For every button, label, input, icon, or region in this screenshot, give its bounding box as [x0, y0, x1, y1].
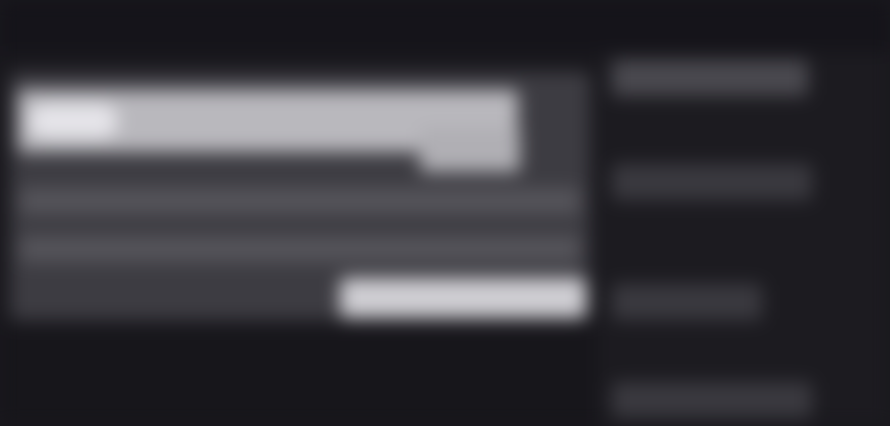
bottom-area	[0, 330, 598, 426]
sidebar-item-3[interactable]	[612, 284, 762, 320]
panel-row-2	[20, 236, 580, 262]
sidebar-item-4[interactable]	[612, 382, 812, 418]
main-panel	[10, 72, 590, 320]
action-button[interactable]	[340, 278, 586, 318]
sidebar-item-2[interactable]	[612, 164, 812, 200]
banner-extension	[420, 128, 520, 172]
sidebar-item-1[interactable]	[612, 60, 808, 96]
banner-highlight	[28, 104, 118, 138]
app-window	[0, 0, 890, 426]
top-bar	[0, 0, 890, 52]
sidebar	[598, 52, 890, 426]
panel-row-1	[20, 188, 580, 214]
